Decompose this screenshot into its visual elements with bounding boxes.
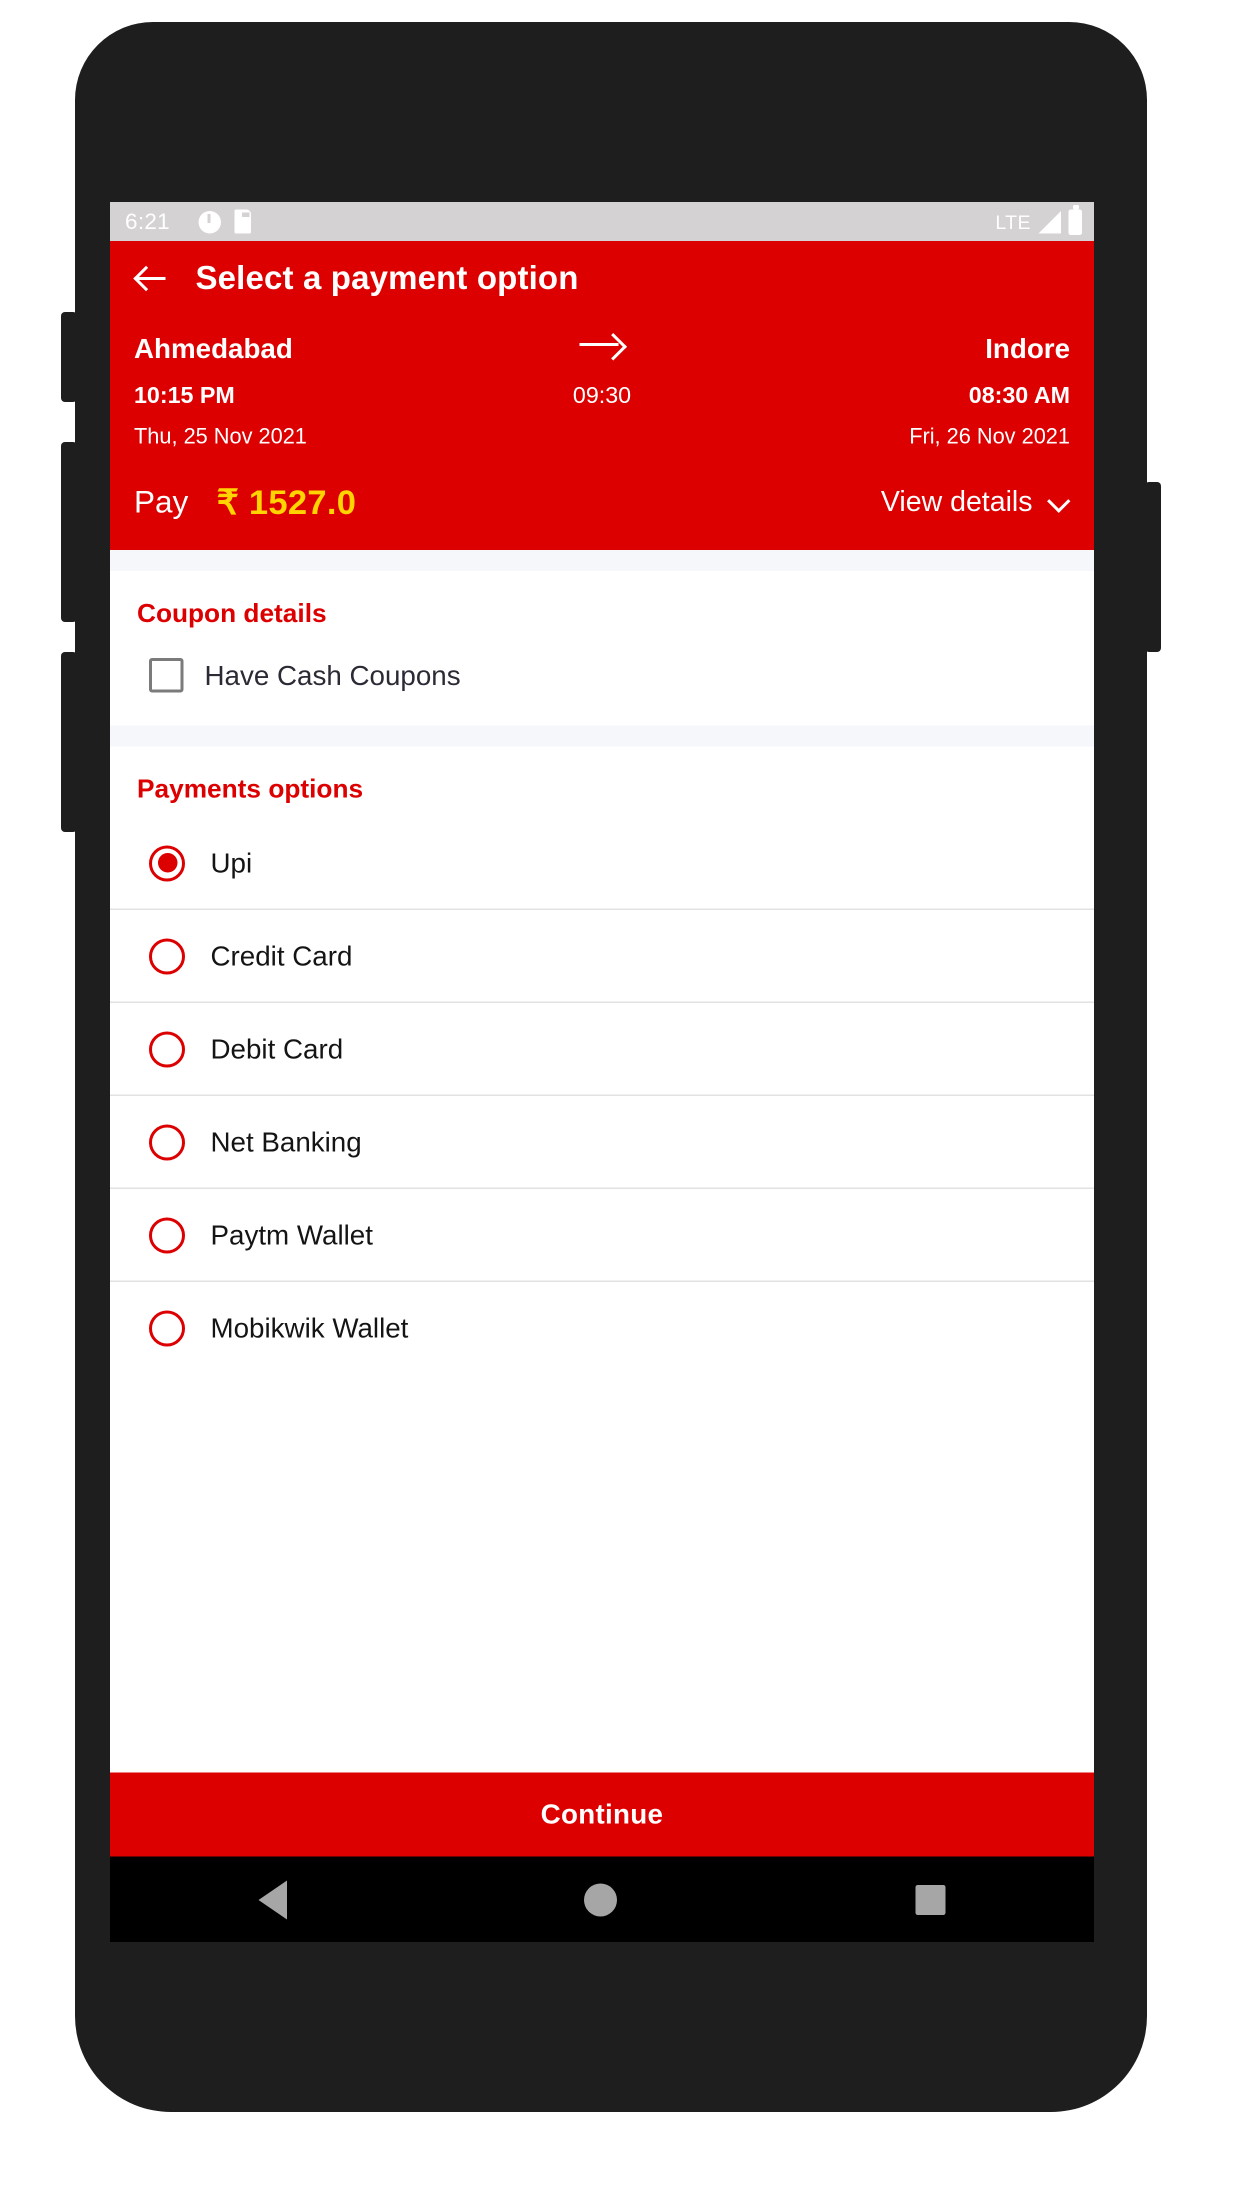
phone-screen: 6:21 LTE Select a payment option Ahmedab… [110,202,1094,1942]
journey-city-row: Ahmedabad Indore [134,331,1070,366]
arrival-time: 08:30 AM [968,383,1070,410]
journey-time-row: 10:15 PM 09:30 08:30 AM [134,384,1070,411]
back-arrow-icon[interactable] [134,261,170,297]
alarm-icon [198,210,221,233]
section-gap-middle [110,725,1094,747]
chevron-down-icon [1051,493,1071,513]
battery-icon [1068,205,1082,235]
journey-date-row: Thu, 25 Nov 2021 Fri, 26 Nov 2021 [134,426,1070,450]
radio-debit-card[interactable] [149,1030,185,1067]
have-cash-coupons-row[interactable]: Have Cash Coupons [110,630,1094,693]
payment-option-mobikwik-wallet[interactable]: Mobikwik Wallet [110,1282,1094,1375]
android-nav-bar [110,1856,1094,1942]
payment-options-list: Upi Credit Card Debit Card Net Banking P… [110,817,1094,1375]
sd-card-icon [234,209,251,234]
journey-summary: Ahmedabad Indore 10:15 PM 09:30 08:30 AM… [134,331,1070,483]
journey-duration: 09:30 [572,383,632,410]
screenshot-stage: 6:21 LTE Select a payment option Ahmedab… [0,0,1242,2208]
radio-credit-card[interactable] [149,937,185,974]
pay-label: Pay [134,484,189,520]
device-side-button-left-top[interactable] [61,312,77,402]
page-body: Coupon details Have Cash Coupons Payment… [110,550,1094,1375]
payments-options-card: Payments options Upi Credit Card Debit C… [110,746,1094,1375]
payment-option-debit-card[interactable]: Debit Card [110,1003,1094,1096]
section-gap-top [110,550,1094,571]
arrival-date: Fri, 26 Nov 2021 [909,425,1070,450]
view-details-button[interactable]: View details [881,486,1070,519]
nav-back-triangle-icon[interactable] [258,1879,288,1919]
app-header: Select a payment option Ahmedabad Indore… [110,241,1094,550]
arrow-right-icon [579,331,625,358]
payments-section-title: Payments options [137,773,364,804]
payment-option-label: Debit Card [210,1032,344,1064]
network-type-label: LTE [995,210,1031,233]
payment-option-paytm-wallet[interactable]: Paytm Wallet [110,1189,1094,1282]
pay-amount: ₹ 1527.0 [216,482,357,522]
departure-date: Thu, 25 Nov 2021 [134,425,307,450]
payment-option-net-banking[interactable]: Net Banking [110,1096,1094,1189]
payment-option-label: Net Banking [210,1125,362,1157]
radio-paytm-wallet[interactable] [149,1216,185,1253]
payment-option-upi[interactable]: Upi [110,817,1094,910]
status-bar-clock: 6:21 [125,208,170,235]
device-volume-down-button[interactable] [61,652,77,832]
radio-mobikwik-wallet[interactable] [149,1310,185,1347]
pay-summary-row: Pay ₹ 1527.0 View details [134,483,1070,551]
radio-net-banking[interactable] [149,1123,185,1160]
radio-upi[interactable] [149,844,185,881]
coupon-details-card: Coupon details Have Cash Coupons [110,571,1094,726]
payment-option-credit-card[interactable]: Credit Card [110,910,1094,1003]
continue-button[interactable]: Continue [110,1772,1094,1857]
have-cash-coupons-checkbox[interactable] [149,658,184,693]
payment-option-label: Paytm Wallet [210,1218,373,1250]
destination-city: Indore [985,331,1070,364]
origin-city: Ahmedabad [134,331,293,364]
coupon-section-title: Coupon details [137,598,327,628]
nav-home-circle-icon[interactable] [584,1882,618,1916]
status-bar: 6:21 LTE [110,202,1094,241]
signal-icon [1038,210,1061,233]
nav-recents-square-icon[interactable] [915,1884,946,1915]
page-title: Select a payment option [195,259,579,297]
journey-arrow-cell [490,331,715,366]
payment-option-label: Upi [210,846,253,878]
view-details-label: View details [880,486,1033,518]
device-power-button[interactable] [1145,482,1161,652]
have-cash-coupons-label: Have Cash Coupons [204,658,461,691]
payment-option-label: Mobikwik Wallet [210,1312,409,1344]
status-bar-right: LTE [995,205,1082,235]
device-volume-up-button[interactable] [61,442,77,622]
departure-time: 10:15 PM [134,383,235,410]
payment-option-label: Credit Card [210,939,353,971]
app-bar-row: Select a payment option [134,259,1070,331]
status-bar-left: 6:21 [125,208,995,235]
